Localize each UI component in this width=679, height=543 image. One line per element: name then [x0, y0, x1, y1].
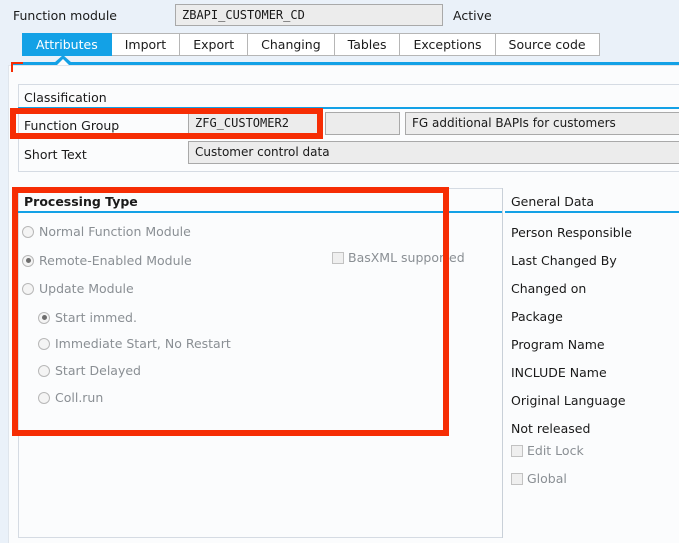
tab-changing[interactable]: Changing — [248, 33, 335, 56]
radio-label: Start immed. — [55, 310, 137, 325]
radio-label: Start Delayed — [55, 363, 141, 378]
tab-bar: Attributes Import Export Changing Tables Exce… — [0, 31, 679, 64]
function-module-header: Function module ZBAPI_CUSTOMER_CD Active — [0, 0, 679, 31]
radio-row-normal-function-module[interactable]: Normal Function Module — [22, 224, 191, 239]
radio-button-start-immed--selected[interactable] — [38, 311, 50, 324]
radio-label: Remote-Enabled Module — [39, 253, 192, 268]
classification-title: Classification — [24, 90, 107, 105]
general-data-rule — [505, 211, 679, 213]
tab-import[interactable]: Import — [111, 33, 181, 56]
general-data-label-package: Package — [511, 309, 563, 324]
general-data-label-not-released: Not released — [511, 421, 591, 436]
basxml-supported-checkbox-row[interactable]: BasXML supported — [332, 250, 465, 265]
radio-row-immediate-start-no-restart[interactable]: Immediate Start, No Restart — [38, 336, 231, 351]
general-data-label-program-name: Program Name — [511, 337, 605, 352]
short-text-label: Short Text — [24, 147, 87, 162]
function-module-name-input[interactable]: ZBAPI_CUSTOMER_CD — [175, 4, 443, 26]
radio-row-coll-run[interactable]: Coll.run — [38, 390, 103, 405]
tab-exceptions[interactable]: Exceptions — [400, 33, 496, 56]
function-group-input[interactable]: ZFG_CUSTOMER2 — [188, 112, 322, 135]
radio-row-start-delayed[interactable]: Start Delayed — [38, 363, 141, 378]
radio-row-update-module[interactable]: Update Module — [22, 281, 134, 296]
checkbox-row-global[interactable]: Global — [511, 471, 567, 486]
checkbox-label: Edit Lock — [527, 443, 584, 458]
checkbox-global[interactable] — [511, 472, 523, 485]
processing-type-rule — [18, 211, 502, 213]
radio-label: Normal Function Module — [39, 224, 191, 239]
general-data-title: General Data — [511, 194, 595, 209]
tab-source-code[interactable]: Source code — [495, 33, 600, 56]
radio-button-immediate-start-no-restart[interactable] — [38, 337, 50, 350]
radio-label: Coll.run — [55, 390, 104, 405]
radio-button-coll-run[interactable] — [38, 391, 50, 404]
radio-row-start-immed-[interactable]: Start immed. — [38, 310, 137, 325]
tab-export[interactable]: Export — [180, 33, 249, 56]
general-data-label-include-name: INCLUDE Name — [511, 365, 607, 380]
basxml-supported-label: BasXML supported — [348, 250, 465, 265]
checkbox-row-edit-lock[interactable]: Edit Lock — [511, 443, 584, 458]
function-group-label: Function Group — [24, 118, 120, 133]
radio-button-start-delayed[interactable] — [38, 364, 50, 377]
radio-button-update-module[interactable] — [22, 282, 34, 295]
tab-tables[interactable]: Tables — [334, 33, 401, 56]
tab-list: Attributes Import Export Changing Tables Exce… — [22, 33, 600, 56]
basxml-supported-checkbox[interactable] — [332, 251, 344, 264]
function-module-label: Function module — [13, 8, 117, 23]
panel-divider — [502, 188, 503, 538]
processing-type-title: Processing Type — [24, 194, 138, 209]
radio-row-remote-enabled-module[interactable]: Remote-Enabled Module — [22, 253, 192, 268]
short-text-input[interactable]: Customer control data — [188, 141, 679, 164]
radio-label: Update Module — [39, 281, 134, 296]
tab-attributes[interactable]: Attributes — [22, 33, 112, 56]
checkbox-label: Global — [527, 471, 567, 486]
general-data-label-last-changed-by: Last Changed By — [511, 253, 617, 268]
activation-status-text: Active — [453, 8, 492, 23]
general-data-label-changed-on: Changed on — [511, 281, 587, 296]
function-group-description-field[interactable]: FG additional BAPIs for customers — [405, 112, 679, 135]
checkbox-edit-lock[interactable] — [511, 444, 523, 457]
general-data-label-person-responsible: Person Responsible — [511, 225, 632, 240]
classification-rule — [18, 107, 679, 109]
radio-button-remote-enabled-module-selected[interactable] — [22, 254, 34, 267]
radio-button-normal-function-module[interactable] — [22, 225, 34, 238]
function-group-extra-field[interactable] — [325, 112, 400, 135]
radio-label: Immediate Start, No Restart — [55, 336, 231, 351]
general-data-label-original-language: Original Language — [511, 393, 626, 408]
